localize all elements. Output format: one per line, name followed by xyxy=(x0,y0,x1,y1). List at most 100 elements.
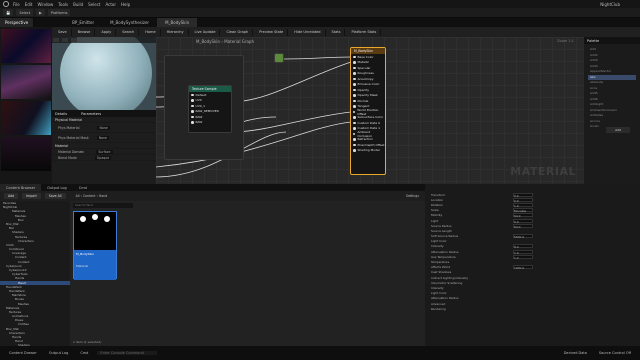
path-breadcrumb: All › Content › Hand xyxy=(75,194,108,198)
content-drawer-button[interactable]: Content Drawer xyxy=(6,351,40,355)
search-button[interactable]: Search xyxy=(118,28,140,36)
phys-mask-label: Phys Material Mask xyxy=(58,135,89,140)
clean-graph-button[interactable]: Clean Graph xyxy=(222,28,254,36)
menu-help[interactable]: Help xyxy=(121,2,130,7)
console-input[interactable]: Enter Console Command xyxy=(97,351,158,355)
hide-unrelated-button[interactable]: Hide Unrelated xyxy=(290,28,326,36)
blend-mode-row: Blend Mode Opaque xyxy=(52,155,156,161)
material-domain-dropdown[interactable]: Surface xyxy=(96,149,113,154)
palette-add-button[interactable]: Add xyxy=(606,127,630,133)
property-value[interactable]: 64.0 xyxy=(513,213,533,218)
menu-tools[interactable]: Tools xyxy=(58,2,68,7)
tab-m-bodyskin[interactable]: M_BodySkin xyxy=(157,18,198,27)
menu-select[interactable]: Select xyxy=(88,2,100,7)
light-details-panel: Transform 0.0 Location 0.0 Rotation 1.0 Scale M… xyxy=(425,184,640,346)
tab-perspective[interactable]: Perspective xyxy=(0,18,35,27)
tab-cmd[interactable]: Cmd xyxy=(73,184,93,191)
graph-toolbar: Save Browse Apply Search Home Hierarchy … xyxy=(0,27,640,37)
editor-tabs: Perspective BP_Emitter M_BodySynthesizer… xyxy=(0,18,640,27)
crumb-content[interactable]: Content xyxy=(83,194,96,198)
viewport-toolbar xyxy=(52,37,156,43)
asset-thumbnail xyxy=(74,212,116,250)
viewport-image-3 xyxy=(1,101,51,135)
live-update-button[interactable]: Live Update xyxy=(191,28,221,36)
select-mode-button[interactable]: Select xyxy=(16,9,34,16)
apply-button[interactable]: Apply xyxy=(97,28,117,36)
property-value[interactable]: 1000.0 xyxy=(513,265,533,270)
material-graph-canvas[interactable]: M_BodySkin › Material Graph Zoom 1:1 Tex… xyxy=(156,37,584,184)
property-value[interactable]: 0.0 xyxy=(513,197,533,203)
play-button[interactable]: ▶ xyxy=(36,9,45,16)
platform-stats-button[interactable]: Platform Stats xyxy=(347,28,382,36)
constant-node[interactable] xyxy=(274,53,284,63)
property-value[interactable]: 64.0 xyxy=(513,223,533,229)
add-button[interactable]: Add xyxy=(4,193,19,199)
property-value[interactable]: 0.0 xyxy=(513,218,533,224)
stats-button[interactable]: Stats xyxy=(328,28,346,36)
level-viewport[interactable] xyxy=(0,27,52,187)
property-value[interactable]: Movable xyxy=(513,208,533,213)
search-input[interactable]: Search Hand xyxy=(73,203,133,208)
save-tool-button[interactable]: Save xyxy=(54,28,72,36)
unreal-logo-icon[interactable] xyxy=(3,1,9,7)
cmd-button[interactable]: Cmd xyxy=(77,351,91,355)
palette-panel: Palette Add Add2 Add3 Add4 AppendVector Abs Ab… xyxy=(584,37,640,184)
folder-tree: Favorites NightClub Materials Meshes Blur Blu… xyxy=(0,201,70,346)
item-count: 1 item (1 selected) xyxy=(73,340,102,344)
crumb-hand[interactable]: Hand xyxy=(99,194,107,198)
crumb-all[interactable]: All xyxy=(76,194,80,198)
content-browser-toolbar: Add Import Save All All › Content › Hand… xyxy=(0,191,425,201)
output-log-button[interactable]: Output Log xyxy=(46,351,72,355)
palette-list: Add Add2 Add3 Add4 AppendVector Abs Absolute Ac… xyxy=(588,47,636,130)
asset-type: Material xyxy=(76,264,89,268)
menu-edit[interactable]: Edit xyxy=(25,2,33,7)
property-value[interactable]: 0.0 xyxy=(513,192,533,198)
phys-mask-value[interactable]: None xyxy=(96,135,110,140)
menu-file[interactable]: File xyxy=(13,2,20,7)
platforms-button[interactable]: Platforms xyxy=(47,9,71,16)
tab-output-log[interactable]: Output Log xyxy=(41,184,73,191)
asset-tile[interactable]: M_BodySkin Material xyxy=(73,211,117,280)
browse-button[interactable]: Browse xyxy=(74,28,96,36)
menu-actor[interactable]: Actor xyxy=(105,2,116,7)
phys-mask-row: Phys Material Mask None xyxy=(52,133,156,143)
property-value[interactable]: 6500.0 xyxy=(513,234,533,239)
menu-bar: File Edit Window Tools Build Select Acto… xyxy=(0,0,640,8)
settings-button[interactable]: Settings xyxy=(406,194,419,198)
tab-bp-emitter[interactable]: BP_Emitter xyxy=(64,18,102,27)
derived-data-button[interactable]: Derived Data xyxy=(561,351,590,355)
viewport-image-2 xyxy=(1,65,51,99)
parameters-tab[interactable]: Parameters xyxy=(81,112,101,116)
tab-m-bodysynthesizer[interactable]: M_BodySynthesizer xyxy=(102,18,157,27)
texture-pin[interactable]: RAW xyxy=(189,120,231,126)
property-value[interactable]: 1.0 xyxy=(513,254,533,260)
home-button[interactable]: Home xyxy=(141,28,161,36)
hierarchy-button[interactable]: Hierarchy xyxy=(163,28,189,36)
preview-state-button[interactable]: Preview State xyxy=(255,28,289,36)
main-material-node[interactable]: M_BodySkin Base Color Metallic Specular Rou… xyxy=(350,47,386,175)
asset-grid: Search Hand M_BodySkin Material 1 item (… xyxy=(70,201,425,346)
blend-mode-dropdown[interactable]: Opaque xyxy=(94,155,112,160)
save-all-button[interactable]: Save All xyxy=(44,193,66,199)
property-value[interactable]: 1.0 xyxy=(513,202,533,208)
asset-name: M_BodySkin xyxy=(76,252,95,256)
material-input-pin[interactable]: Shading Model xyxy=(351,148,385,154)
tab-content-browser[interactable]: Content Browser xyxy=(0,184,42,191)
asset-label: M_BodySkin Material xyxy=(74,250,116,280)
details-panel: Details Parameters Physical Material Phy… xyxy=(52,110,156,184)
status-bar: Content Drawer Output Log Cmd Enter Cons… xyxy=(0,346,640,360)
phys-material-label: Phys Material xyxy=(58,125,80,130)
details-tab[interactable]: Details xyxy=(55,112,67,116)
property-value[interactable]: 8.0 xyxy=(513,244,533,249)
property-value[interactable]: 1.0 xyxy=(513,249,533,255)
material-watermark: MATERIAL xyxy=(510,165,576,178)
texture-sample-node[interactable]: Texture Sample Default UV0 UV0_1 RAW_REM… xyxy=(188,85,232,133)
source-control-button[interactable]: Source Control Off xyxy=(596,351,634,355)
phys-material-value[interactable]: None xyxy=(97,125,110,130)
project-name: NightClub xyxy=(600,1,620,7)
import-button[interactable]: Import xyxy=(22,193,41,199)
save-button[interactable]: 💾 xyxy=(3,9,14,16)
menu-build[interactable]: Build xyxy=(73,2,83,7)
menu-window[interactable]: Window xyxy=(37,2,53,7)
blend-mode-label: Blend Mode xyxy=(58,155,77,160)
